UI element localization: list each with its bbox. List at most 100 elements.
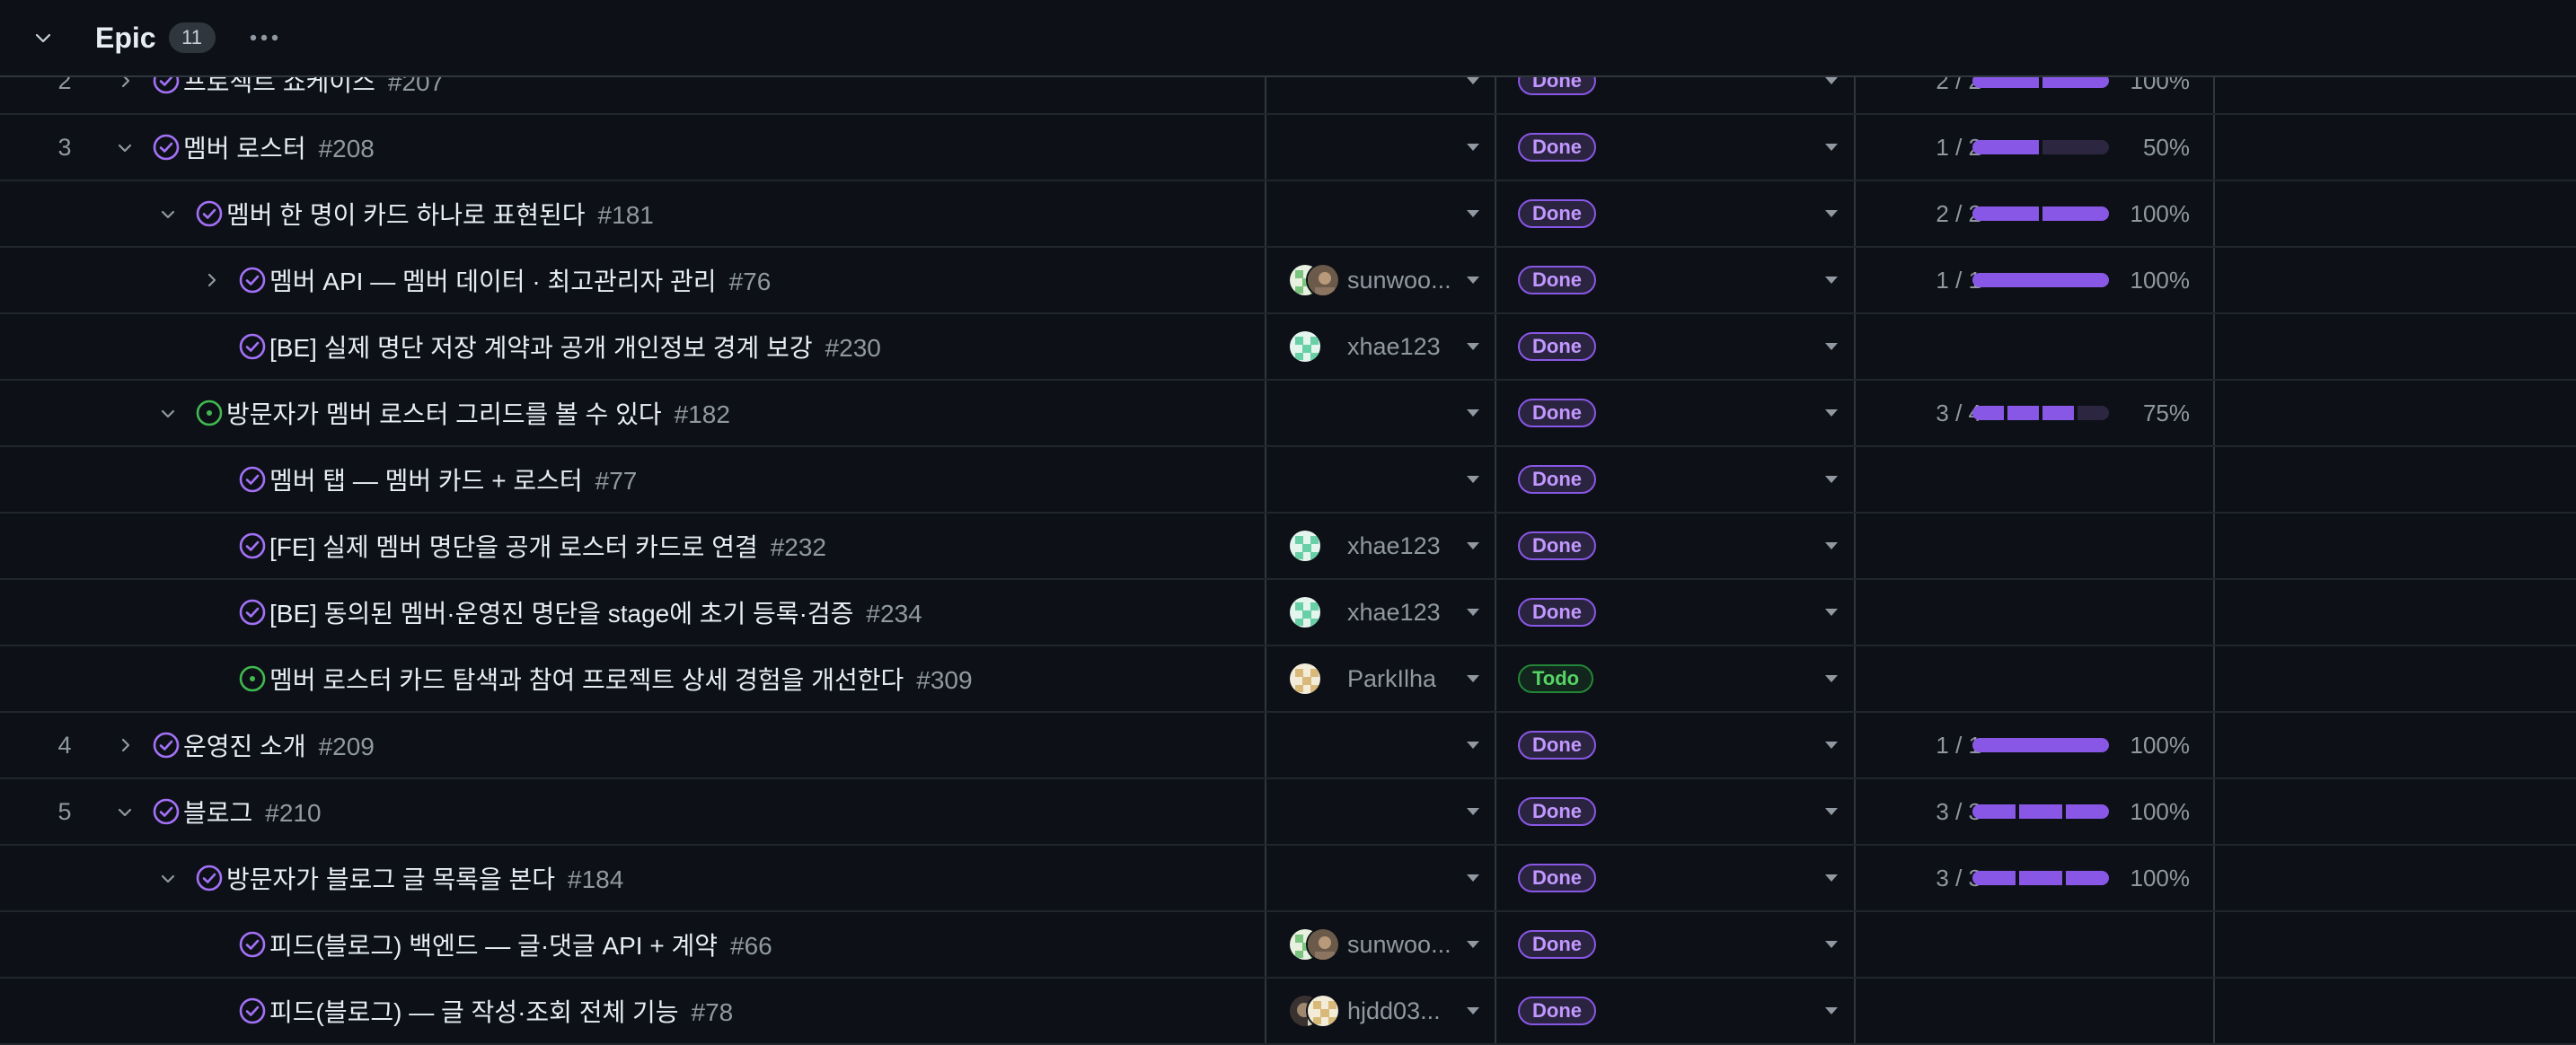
issue-title-link[interactable]: 운영진 소개 #209 bbox=[183, 727, 375, 763]
status-dropdown-caret-icon[interactable] bbox=[1825, 742, 1838, 749]
avatar bbox=[1288, 595, 1322, 629]
status-cell[interactable]: Done bbox=[1496, 381, 1854, 445]
avatar bbox=[1288, 329, 1322, 364]
collapse-group-chevron-down-icon[interactable] bbox=[29, 23, 57, 52]
status-dropdown-caret-icon[interactable] bbox=[1825, 144, 1838, 151]
issue-title-link[interactable]: [BE] 실제 명단 저장 계약과 공개 개인정보 경계 보강 #230 bbox=[269, 329, 881, 364]
progress-segment bbox=[1972, 206, 2039, 221]
assignee-cell[interactable]: sunwoo... bbox=[1266, 912, 1495, 977]
assignee-dropdown-caret-icon[interactable] bbox=[1467, 476, 1479, 483]
status-cell[interactable]: Done bbox=[1496, 181, 1854, 246]
table-row[interactable]: 방문자가 블로그 글 목록을 본다 #184 Done 3 / 3 100% bbox=[0, 846, 2576, 912]
status-cell[interactable]: Done bbox=[1496, 248, 1854, 312]
assignee-dropdown-caret-icon[interactable] bbox=[1467, 210, 1479, 217]
assignee-dropdown-caret-icon[interactable] bbox=[1467, 277, 1479, 284]
status-dropdown-caret-icon[interactable] bbox=[1825, 808, 1838, 815]
assignee-cell[interactable]: xhae123 bbox=[1266, 314, 1495, 379]
issue-title-link[interactable]: 방문자가 블로그 글 목록을 본다 #184 bbox=[226, 860, 623, 896]
issue-title-link[interactable]: 멤버 한 명이 카드 하나로 표현된다 #181 bbox=[226, 196, 654, 232]
issue-title-link[interactable]: 멤버 API — 멤버 데이터 · 최고관리자 관리 #76 bbox=[269, 262, 771, 298]
status-cell[interactable]: Done bbox=[1496, 846, 1854, 910]
assignee-cell[interactable]: hjdd03... bbox=[1266, 979, 1495, 1043]
table-row[interactable]: 멤버 한 명이 카드 하나로 표현된다 #181 Done 2 / 2 100% bbox=[0, 181, 2576, 248]
table-row[interactable]: 3 멤버 로스터 #208 Done 1 / 2 50% bbox=[0, 115, 2576, 181]
assignee-cell[interactable]: xhae123 bbox=[1266, 580, 1495, 645]
assignee-dropdown-caret-icon[interactable] bbox=[1467, 742, 1479, 749]
chevron-down-icon[interactable] bbox=[111, 134, 138, 161]
more-options-icon[interactable] bbox=[248, 23, 280, 52]
table-row[interactable]: [BE] 동의된 멤버·운영진 명단을 stage에 초기 등록·검증 #234 x… bbox=[0, 580, 2576, 646]
table-row[interactable]: [BE] 실제 명단 저장 계약과 공개 개인정보 경계 보강 #230 xhae1… bbox=[0, 314, 2576, 381]
assignee-dropdown-caret-icon[interactable] bbox=[1467, 343, 1479, 350]
assignee-cell[interactable] bbox=[1266, 779, 1495, 844]
status-cell[interactable]: Done bbox=[1496, 514, 1854, 578]
status-dropdown-caret-icon[interactable] bbox=[1825, 409, 1838, 417]
chevron-down-icon[interactable] bbox=[154, 200, 181, 227]
table-row[interactable]: 방문자가 멤버 로스터 그리드를 볼 수 있다 #182 Done 3 / 4 75% bbox=[0, 381, 2576, 447]
status-dropdown-caret-icon[interactable] bbox=[1825, 77, 1838, 84]
assignee-cell[interactable]: xhae123 bbox=[1266, 514, 1495, 578]
issue-title-link[interactable]: [BE] 동의된 멤버·운영진 명단을 stage에 초기 등록·검증 #234 bbox=[269, 594, 922, 630]
status-dropdown-caret-icon[interactable] bbox=[1825, 542, 1838, 549]
chevron-down-icon[interactable] bbox=[154, 865, 181, 891]
table-row[interactable]: [FE] 실제 멤버 명단을 공개 로스터 카드로 연결 #232 xhae123 D… bbox=[0, 514, 2576, 580]
table-row[interactable]: 피드(블로그) — 글 작성·조회 전체 기능 #78 hjdd03... Done bbox=[0, 979, 2576, 1045]
status-dropdown-caret-icon[interactable] bbox=[1825, 476, 1838, 483]
status-cell[interactable]: Todo bbox=[1496, 646, 1854, 711]
status-dropdown-caret-icon[interactable] bbox=[1825, 343, 1838, 350]
status-cell[interactable]: Done bbox=[1496, 580, 1854, 645]
assignee-dropdown-caret-icon[interactable] bbox=[1467, 941, 1479, 948]
issue-title-link[interactable]: 블로그 #210 bbox=[183, 794, 322, 830]
status-dropdown-caret-icon[interactable] bbox=[1825, 941, 1838, 948]
assignee-dropdown-caret-icon[interactable] bbox=[1467, 609, 1479, 616]
issue-title-link[interactable]: [FE] 실제 멤버 명단을 공개 로스터 카드로 연결 #232 bbox=[269, 528, 826, 564]
issue-title-link[interactable]: 피드(블로그) 백엔드 — 글·댓글 API + 계약 #66 bbox=[269, 926, 772, 962]
assignee-dropdown-caret-icon[interactable] bbox=[1467, 542, 1479, 549]
chevron-down-icon[interactable] bbox=[111, 798, 138, 825]
chevron-down-icon[interactable] bbox=[154, 400, 181, 426]
status-dropdown-caret-icon[interactable] bbox=[1825, 874, 1838, 882]
issue-title-link[interactable]: 멤버 탭 — 멤버 카드 + 로스터 #77 bbox=[269, 461, 637, 497]
status-cell[interactable]: Done bbox=[1496, 115, 1854, 180]
issue-title-link[interactable]: 멤버 로스터 카드 탐색과 참여 프로젝트 상세 경험을 개선한다 #309 bbox=[269, 661, 973, 697]
chevron-right-icon[interactable] bbox=[198, 267, 225, 294]
table-row[interactable]: 멤버 API — 멤버 데이터 · 최고관리자 관리 #76 sunwoo... Do… bbox=[0, 248, 2576, 314]
status-cell[interactable]: Done bbox=[1496, 314, 1854, 379]
assignee-cell[interactable] bbox=[1266, 181, 1495, 246]
assignee-dropdown-caret-icon[interactable] bbox=[1467, 409, 1479, 417]
table-row[interactable]: 멤버 로스터 카드 탐색과 참여 프로젝트 상세 경험을 개선한다 #309 Par… bbox=[0, 646, 2576, 713]
status-dropdown-caret-icon[interactable] bbox=[1825, 675, 1838, 682]
assignee-cell[interactable] bbox=[1266, 846, 1495, 910]
assignee-cell[interactable] bbox=[1266, 713, 1495, 777]
avatar bbox=[1306, 994, 1340, 1028]
table-row[interactable]: 피드(블로그) 백엔드 — 글·댓글 API + 계약 #66 sunwoo... D… bbox=[0, 912, 2576, 979]
status-cell[interactable]: Done bbox=[1496, 713, 1854, 777]
assignee-dropdown-caret-icon[interactable] bbox=[1467, 808, 1479, 815]
assignee-cell[interactable] bbox=[1266, 381, 1495, 445]
chevron-right-icon[interactable] bbox=[111, 732, 138, 759]
table-row[interactable]: 멤버 탭 — 멤버 카드 + 로스터 #77 Done bbox=[0, 447, 2576, 514]
status-dropdown-caret-icon[interactable] bbox=[1825, 609, 1838, 616]
assignee-dropdown-caret-icon[interactable] bbox=[1467, 675, 1479, 682]
assignee-dropdown-caret-icon[interactable] bbox=[1467, 874, 1479, 882]
sub-issues-progress-cell: 3 / 3 100% bbox=[1856, 846, 2213, 910]
issue-title-link[interactable]: 멤버 로스터 #208 bbox=[183, 129, 375, 165]
issue-title-link[interactable]: 방문자가 멤버 로스터 그리드를 볼 수 있다 #182 bbox=[226, 395, 730, 431]
assignee-dropdown-caret-icon[interactable] bbox=[1467, 77, 1479, 84]
status-cell[interactable]: Done bbox=[1496, 447, 1854, 512]
assignee-dropdown-caret-icon[interactable] bbox=[1467, 1007, 1479, 1014]
status-dropdown-caret-icon[interactable] bbox=[1825, 210, 1838, 217]
table-row[interactable]: 4 운영진 소개 #209 Done 1 / 1 100% bbox=[0, 713, 2576, 779]
assignee-cell[interactable]: ParkIlha bbox=[1266, 646, 1495, 711]
assignee-cell[interactable]: sunwoo... bbox=[1266, 248, 1495, 312]
status-dropdown-caret-icon[interactable] bbox=[1825, 277, 1838, 284]
status-cell[interactable]: Done bbox=[1496, 912, 1854, 977]
table-row[interactable]: 5 블로그 #210 Done 3 / 3 100% bbox=[0, 779, 2576, 846]
status-cell[interactable]: Done bbox=[1496, 979, 1854, 1043]
status-dropdown-caret-icon[interactable] bbox=[1825, 1007, 1838, 1014]
assignee-dropdown-caret-icon[interactable] bbox=[1467, 144, 1479, 151]
issue-title-link[interactable]: 피드(블로그) — 글 작성·조회 전체 기능 #78 bbox=[269, 993, 733, 1029]
assignee-cell[interactable] bbox=[1266, 115, 1495, 180]
status-cell[interactable]: Done bbox=[1496, 779, 1854, 844]
assignee-cell[interactable] bbox=[1266, 447, 1495, 512]
